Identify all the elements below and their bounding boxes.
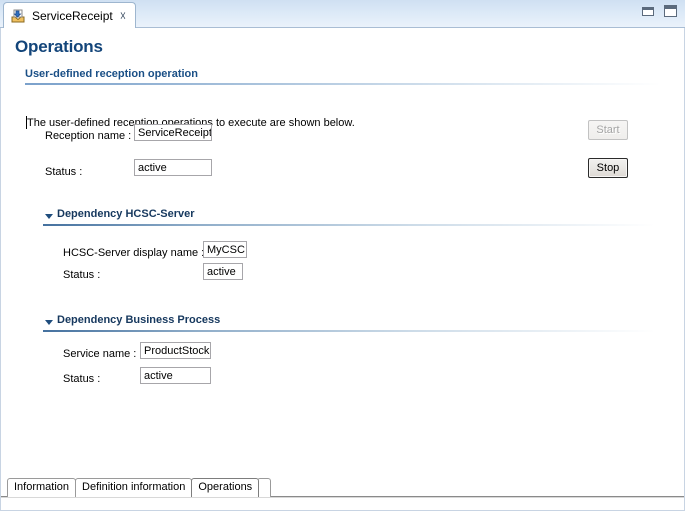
service-name-label: Service name :	[63, 348, 136, 360]
reception-name-label: Reception name :	[45, 130, 131, 142]
reception-service-icon	[10, 8, 26, 24]
hcsc-status-field[interactable]: active	[203, 263, 243, 280]
hcsc-display-name-field[interactable]: MyCSC	[203, 241, 247, 258]
editor-tab-bar: ServiceReceipt ☓	[0, 0, 685, 28]
page-title: Operations	[15, 37, 103, 57]
section-rule	[25, 83, 661, 85]
dependency-hcsc-server-rule	[43, 224, 655, 226]
tab-strip-tail	[257, 478, 271, 497]
service-name-field[interactable]: ProductStock	[140, 342, 211, 359]
dependency-business-process-rule	[43, 330, 655, 332]
form-body: Operations User-defined reception operat…	[0, 28, 685, 475]
minimize-icon[interactable]	[642, 7, 654, 16]
section-title-user-defined-reception-operation: User-defined reception operation	[25, 68, 198, 80]
status-label: Status :	[45, 166, 82, 178]
business-process-status-field[interactable]: active	[140, 367, 211, 384]
close-icon[interactable]: ☓	[119, 10, 126, 22]
view-window-controls	[642, 5, 677, 17]
tab-operations[interactable]: Operations	[191, 478, 259, 497]
reception-name-field[interactable]: ServiceReceipt	[134, 124, 212, 141]
dependency-business-process-title[interactable]: Dependency Business Process	[57, 314, 220, 326]
stop-button[interactable]: Stop	[588, 158, 628, 178]
bottom-tab-strip: Information Definition information Opera…	[0, 475, 685, 511]
hcsc-status-label: Status :	[63, 269, 100, 281]
chevron-down-icon-hcsc-server[interactable]	[45, 214, 53, 219]
status-field[interactable]: active	[134, 159, 212, 176]
dependency-hcsc-server-title[interactable]: Dependency HCSC-Server	[57, 208, 195, 220]
tab-definition-information[interactable]: Definition information	[75, 478, 192, 497]
editor-tab-servicereceipt[interactable]: ServiceReceipt ☓	[3, 2, 136, 28]
editor-tab-label: ServiceReceipt	[32, 9, 113, 23]
business-process-status-label: Status :	[63, 373, 100, 385]
chevron-down-icon-business-process[interactable]	[45, 320, 53, 325]
maximize-icon[interactable]	[664, 5, 677, 17]
tab-information[interactable]: Information	[7, 478, 76, 497]
hcsc-display-name-label: HCSC-Server display name :	[63, 247, 204, 259]
start-button[interactable]: Start	[588, 120, 628, 140]
bottom-tab-row: Information Definition information Opera…	[7, 478, 271, 497]
bottom-tab-underline-soft	[1, 497, 684, 498]
editor-frame: ServiceReceipt ☓ Operations User-defined…	[0, 0, 685, 511]
